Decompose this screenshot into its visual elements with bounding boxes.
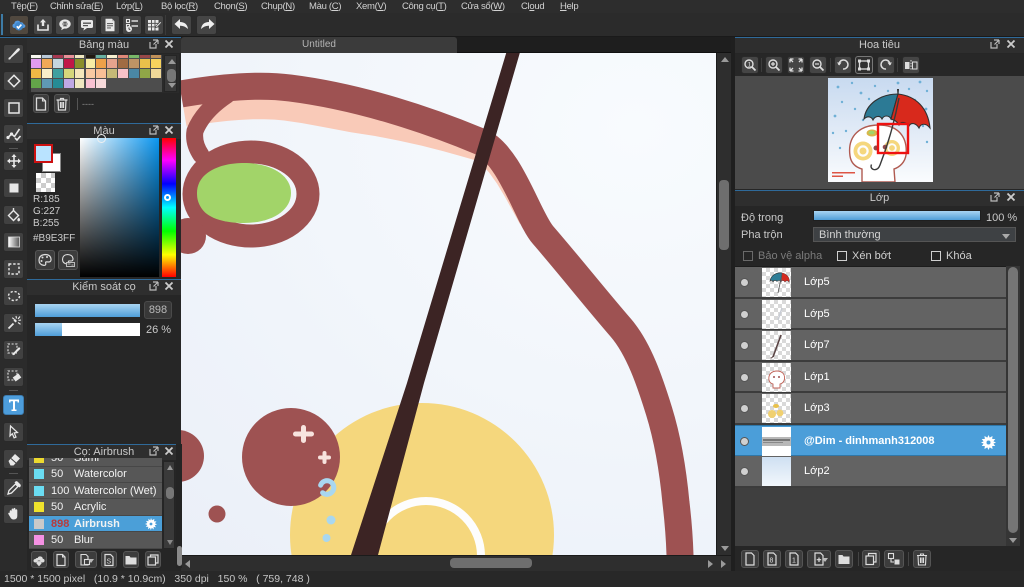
svg-text:1: 1 — [792, 558, 796, 565]
svg-text:1: 1 — [748, 62, 752, 69]
svg-text:S: S — [107, 558, 112, 565]
svg-text:8: 8 — [770, 558, 774, 565]
